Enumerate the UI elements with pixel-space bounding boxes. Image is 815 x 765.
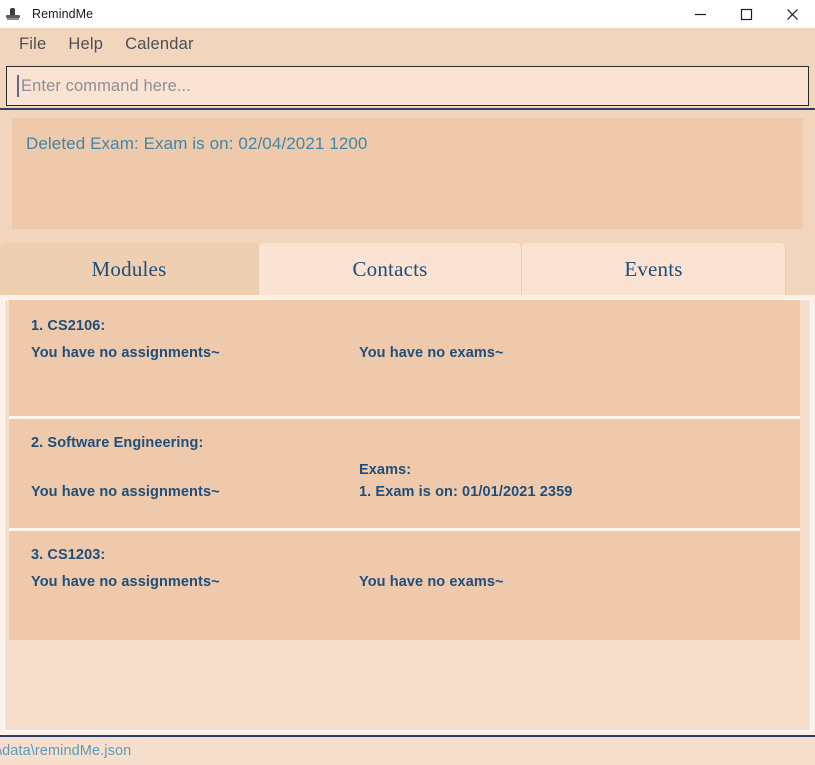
tab-events[interactable]: Events bbox=[522, 243, 786, 295]
module-assignments-column: You have no assignments~ bbox=[9, 342, 359, 364]
tab-header: Modules Contacts Events bbox=[0, 237, 815, 295]
module-exams-text: You have no exams~ bbox=[359, 345, 504, 361]
module-title: 1. CS2106: bbox=[31, 318, 106, 334]
module-assignments-text: You have no assignments~ bbox=[31, 484, 220, 500]
result-display-box[interactable]: Deleted Exam: Exam is on: 02/04/2021 120… bbox=[12, 118, 803, 229]
window-title: RemindMe bbox=[32, 7, 94, 21]
menu-bar: File Help Calendar bbox=[0, 28, 815, 61]
tab-contacts[interactable]: Contacts bbox=[259, 243, 522, 295]
module-assignments-text: You have no assignments~ bbox=[31, 574, 220, 590]
module-exams-column: You have no exams~ bbox=[359, 342, 800, 364]
tab-modules[interactable]: Modules bbox=[0, 243, 259, 295]
text-caret bbox=[17, 75, 19, 97]
minimize-icon bbox=[694, 13, 706, 15]
module-assignments-text: You have no assignments~ bbox=[31, 345, 220, 361]
tab-pane: Modules Contacts Events 1. CS2106: You h… bbox=[0, 237, 815, 735]
module-list-empty-space bbox=[5, 640, 810, 730]
module-exams-column: Exams: 1. Exam is on: 01/01/2021 2359 bbox=[359, 459, 800, 503]
command-input-placeholder: Enter command here... bbox=[21, 76, 191, 95]
maximize-icon bbox=[740, 8, 752, 20]
minimize-button[interactable] bbox=[677, 0, 723, 28]
close-icon bbox=[786, 8, 798, 20]
module-exams-text: You have no exams~ bbox=[359, 574, 504, 590]
title-bar: RemindMe bbox=[0, 0, 815, 28]
module-assignments-column: You have no assignments~ bbox=[9, 459, 359, 503]
module-title: 3. CS1203: bbox=[31, 547, 106, 563]
app-window: RemindMe File Help Calendar Enter comman… bbox=[0, 0, 815, 765]
status-file-path: \data\remindMe.json bbox=[0, 743, 132, 759]
command-area: Enter command here... bbox=[0, 61, 815, 108]
result-display-area: Deleted Exam: Exam is on: 02/04/2021 120… bbox=[0, 110, 815, 237]
module-title: 2. Software Engineering: bbox=[31, 435, 204, 451]
close-button[interactable] bbox=[769, 0, 815, 28]
maximize-button[interactable] bbox=[723, 0, 769, 28]
menu-item-file[interactable]: File bbox=[8, 33, 57, 56]
status-bar: \data\remindMe.json bbox=[0, 737, 815, 765]
app-icon bbox=[4, 6, 26, 22]
module-assignments-column: You have no assignments~ bbox=[9, 571, 359, 593]
module-list[interactable]: 1. CS2106: You have no assignments~ You … bbox=[4, 299, 811, 731]
menu-item-help[interactable]: Help bbox=[57, 33, 114, 56]
module-exams-text: 1. Exam is on: 01/01/2021 2359 bbox=[359, 484, 573, 500]
result-text: Deleted Exam: Exam is on: 02/04/2021 120… bbox=[26, 134, 368, 153]
tab-content-modules: 1. CS2106: You have no assignments~ You … bbox=[0, 295, 815, 735]
module-exams-heading: Exams: bbox=[359, 462, 412, 478]
command-input[interactable]: Enter command here... bbox=[6, 66, 809, 106]
menu-item-calendar[interactable]: Calendar bbox=[114, 33, 205, 56]
module-exams-column: You have no exams~ bbox=[359, 571, 800, 593]
list-item[interactable]: 3. CS1203: You have no assignments~ You … bbox=[9, 528, 800, 640]
window-controls bbox=[677, 0, 815, 28]
list-item[interactable]: 2. Software Engineering: You have no ass… bbox=[9, 416, 800, 528]
list-item[interactable]: 1. CS2106: You have no assignments~ You … bbox=[9, 300, 800, 416]
